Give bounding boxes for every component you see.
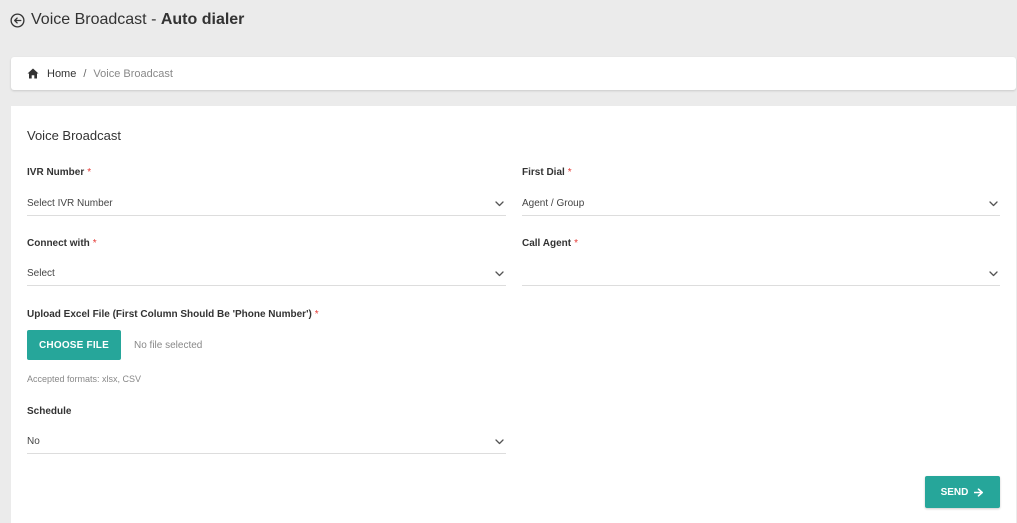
first-dial-select[interactable]: Agent / Group (522, 192, 1000, 216)
connect-with-label-text: Connect with (27, 238, 90, 249)
required-mark: * (574, 238, 578, 249)
call-agent-label-text: Call Agent (522, 238, 572, 249)
first-dial-select-value: Agent / Group (522, 198, 585, 209)
upload-file-label: Upload Excel File (First Column Should B… (27, 309, 319, 320)
upload-file-label-text: Upload Excel File (First Column Should B… (27, 309, 312, 320)
required-mark: * (567, 167, 572, 178)
form-title: Voice Broadcast (27, 128, 121, 143)
schedule-label: Schedule (27, 406, 71, 417)
choose-file-button[interactable]: CHOOSE FILE (27, 330, 121, 360)
page-header: Voice Broadcast - Auto dialer (0, 0, 1017, 40)
required-mark: * (87, 167, 92, 178)
ivr-number-select-value: Select IVR Number (27, 198, 113, 209)
chevron-down-icon (989, 270, 998, 277)
breadcrumb-home-link[interactable]: Home (47, 68, 76, 80)
back-arrow-icon[interactable] (10, 12, 25, 28)
home-icon[interactable] (27, 68, 39, 79)
accepted-formats-hint: Accepted formats: xlsx, CSV (27, 374, 142, 384)
call-agent-label: Call Agent * (522, 238, 578, 249)
chevron-down-icon (495, 200, 504, 207)
file-status-text: No file selected (134, 340, 203, 351)
chevron-down-icon (495, 270, 504, 277)
page-title: Voice Broadcast - Auto dialer (31, 11, 244, 29)
breadcrumb-current: Voice Broadcast (93, 67, 173, 80)
schedule-select[interactable]: No (27, 430, 506, 454)
first-dial-label: First Dial * (522, 167, 572, 178)
first-dial-label-text: First Dial (522, 167, 565, 178)
ivr-number-select[interactable]: Select IVR Number (27, 192, 506, 216)
breadcrumb: Home / Voice Broadcast (11, 57, 1016, 90)
breadcrumb-separator: / (83, 67, 87, 80)
schedule-label-text: Schedule (27, 406, 72, 417)
chevron-down-icon (495, 438, 504, 445)
chevron-down-icon (989, 200, 998, 207)
schedule-select-value: No (27, 436, 40, 447)
send-button-label: SEND (940, 486, 969, 498)
send-button[interactable]: SEND (925, 476, 1000, 508)
call-agent-select[interactable] (522, 262, 1000, 286)
page-title-prefix: Voice Broadcast - (31, 11, 161, 28)
connect-with-select-value: Select (27, 268, 55, 279)
required-mark: * (314, 309, 319, 320)
voice-broadcast-form: Voice Broadcast IVR Number * Select IVR N… (11, 106, 1016, 523)
ivr-number-label: IVR Number * (27, 167, 91, 178)
ivr-number-label-text: IVR Number (27, 167, 85, 178)
connect-with-label: Connect with * (27, 238, 97, 249)
required-mark: * (92, 238, 97, 249)
arrow-right-icon (974, 487, 984, 497)
connect-with-select[interactable]: Select (27, 262, 506, 286)
page-title-bold: Auto dialer (160, 11, 245, 28)
